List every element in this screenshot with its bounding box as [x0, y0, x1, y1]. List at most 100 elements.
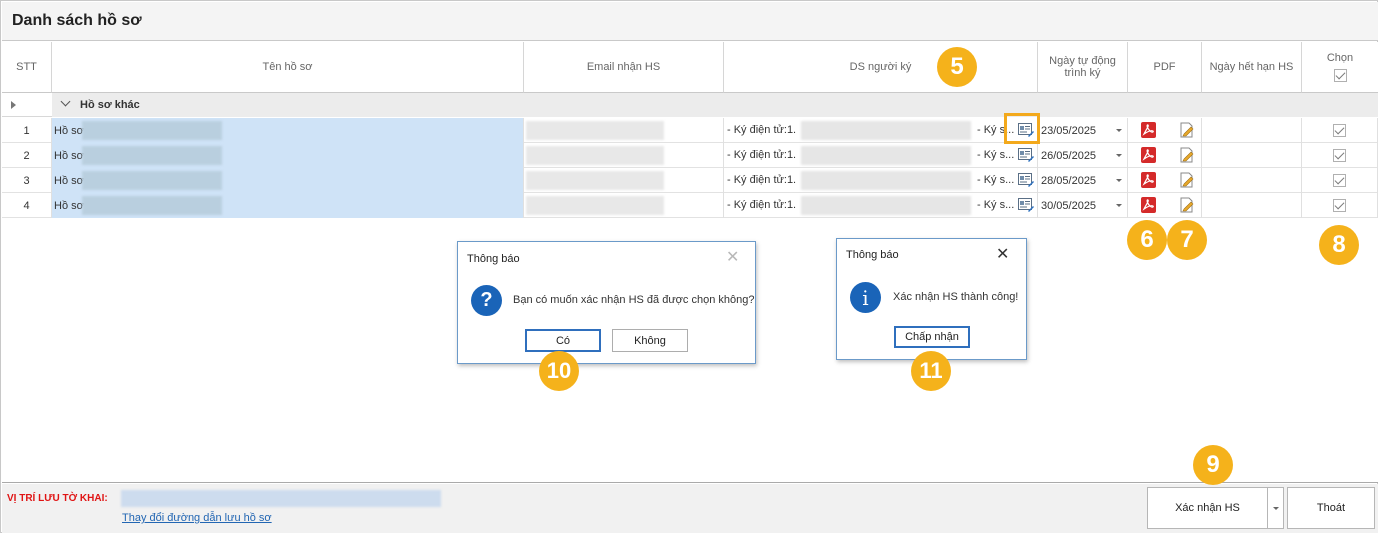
- annotation-badge-5: 5: [937, 47, 977, 87]
- redacted-signers: [801, 171, 971, 190]
- row-indicator-icon: [11, 101, 16, 109]
- app-window: Danh sách hồ sơ STT Tên hồ sơ Email nhận…: [0, 0, 1378, 533]
- cell-date[interactable]: 26/05/2025: [1038, 143, 1128, 168]
- redacted-email: [526, 121, 664, 140]
- header-name[interactable]: Tên hồ sơ: [52, 42, 524, 93]
- cell-name-text: Hồ sơ: [54, 174, 84, 187]
- redacted-name: [82, 121, 222, 140]
- table-row[interactable]: 2 Hồ sơ - Ký điện tử:1. - Ký s... 26/05/…: [2, 143, 1378, 168]
- header-select: Chọn: [1302, 42, 1378, 93]
- change-path-link[interactable]: Thay đổi đường dẫn lưu hồ sơ: [122, 512, 272, 524]
- signer-list-icon[interactable]: [1018, 173, 1034, 187]
- cell-expire[interactable]: [1202, 168, 1302, 193]
- close-icon[interactable]: ✕: [996, 247, 1009, 263]
- footer-bar: VỊ TRÍ LƯU TỜ KHAI: Thay đổi đường dẫn l…: [2, 484, 1378, 533]
- cell-signers[interactable]: - Ký điện tử:1. - Ký s...: [724, 118, 1038, 143]
- no-button[interactable]: Không: [612, 329, 688, 352]
- dialog-message: Bạn có muốn xác nhận HS đã được chọn khô…: [513, 294, 755, 306]
- cell-pdf: [1128, 118, 1202, 143]
- cell-expire[interactable]: [1202, 143, 1302, 168]
- cell-signers[interactable]: - Ký điện tử:1. - Ký s...: [724, 143, 1038, 168]
- annotation-badge-11: 11: [911, 351, 951, 391]
- highlight-box: [1004, 113, 1040, 144]
- cell-expire[interactable]: [1202, 118, 1302, 143]
- row-checkbox[interactable]: [1333, 174, 1346, 187]
- signers-text: - Ký điện tử:1.: [727, 199, 797, 211]
- cell-email[interactable]: [524, 168, 724, 193]
- dialog-message: Xác nhận HS thành công!: [893, 291, 1019, 303]
- yes-button[interactable]: Có: [525, 329, 601, 352]
- signers-more-text: - Ký s...: [977, 174, 1015, 186]
- redacted-signers: [801, 121, 971, 140]
- annotation-badge-10: 10: [539, 351, 579, 391]
- redacted-name: [82, 196, 222, 215]
- table-row[interactable]: 4 Hồ sơ - Ký điện tử:1. - Ký s... 30/05/…: [2, 193, 1378, 218]
- header-auto-date-line2: trình ký: [1064, 67, 1101, 79]
- group-label: Hồ sơ khác: [80, 99, 140, 111]
- header-expire[interactable]: Ngày hết hạn HS: [1202, 42, 1302, 93]
- cell-select: [1302, 168, 1378, 193]
- cell-name[interactable]: Hồ sơ: [52, 168, 524, 193]
- pdf-icon[interactable]: [1141, 147, 1156, 163]
- cell-stt: 2: [2, 143, 52, 168]
- redacted-email: [526, 146, 664, 165]
- pdf-icon[interactable]: [1141, 197, 1156, 213]
- edit-icon[interactable]: [1179, 122, 1194, 138]
- success-dialog: Thông báo ✕ i Xác nhận HS thành công! Ch…: [836, 238, 1027, 360]
- cell-email[interactable]: [524, 143, 724, 168]
- row-checkbox[interactable]: [1333, 124, 1346, 137]
- title-bar: Danh sách hồ sơ: [2, 2, 1378, 41]
- date-value: 30/05/2025: [1041, 199, 1097, 212]
- chevron-down-icon[interactable]: [1116, 204, 1122, 207]
- cell-signers[interactable]: - Ký điện tử:1. - Ký s...: [724, 193, 1038, 218]
- dialog-title: Thông báo: [467, 253, 520, 265]
- cell-select: [1302, 118, 1378, 143]
- row-checkbox[interactable]: [1333, 199, 1346, 212]
- cell-signers[interactable]: - Ký điện tử:1. - Ký s...: [724, 168, 1038, 193]
- chevron-down-icon[interactable]: [1116, 154, 1122, 157]
- cell-name[interactable]: Hồ sơ: [52, 143, 524, 168]
- dialog-title: Thông báo: [846, 249, 899, 261]
- close-icon[interactable]: ✕: [726, 250, 739, 266]
- header-pdf[interactable]: PDF: [1128, 42, 1202, 93]
- header-stt[interactable]: STT: [2, 42, 52, 93]
- accept-button[interactable]: Chấp nhận: [894, 326, 970, 348]
- annotation-badge-7: 7: [1167, 220, 1207, 260]
- cell-name[interactable]: Hồ sơ: [52, 118, 524, 143]
- chevron-down-icon[interactable]: [1116, 129, 1122, 132]
- cell-name[interactable]: Hồ sơ: [52, 193, 524, 218]
- edit-icon[interactable]: [1179, 172, 1194, 188]
- header-signers[interactable]: DS người ký: [724, 42, 1038, 93]
- pdf-icon[interactable]: [1141, 122, 1156, 138]
- cell-date[interactable]: 30/05/2025: [1038, 193, 1128, 218]
- cell-date[interactable]: 28/05/2025: [1038, 168, 1128, 193]
- signer-list-icon[interactable]: [1018, 198, 1034, 212]
- annotation-badge-6: 6: [1127, 220, 1167, 260]
- edit-icon[interactable]: [1179, 147, 1194, 163]
- confirm-hs-button[interactable]: Xác nhận HS: [1147, 487, 1268, 529]
- pdf-icon[interactable]: [1141, 172, 1156, 188]
- group-row[interactable]: Hồ sơ khác: [2, 93, 1378, 117]
- select-all-checkbox[interactable]: [1333, 69, 1347, 82]
- cell-email[interactable]: [524, 118, 724, 143]
- exit-button[interactable]: Thoát: [1287, 487, 1375, 529]
- cell-email[interactable]: [524, 193, 724, 218]
- confirm-dialog: Thông báo ✕ ? Bạn có muốn xác nhận HS đã…: [457, 241, 756, 364]
- cell-name-text: Hồ sơ: [54, 124, 84, 137]
- cell-date[interactable]: 23/05/2025: [1038, 118, 1128, 143]
- signers-more-text: - Ký s...: [977, 199, 1015, 211]
- cell-pdf: [1128, 143, 1202, 168]
- cell-expire[interactable]: [1202, 193, 1302, 218]
- group-band: [52, 93, 1378, 117]
- table-row[interactable]: 3 Hồ sơ - Ký điện tử:1. - Ký s... 28/05/…: [2, 168, 1378, 193]
- table-row[interactable]: 1 Hồ sơ - Ký điện tử:1. - Ký s... 23/05/…: [2, 118, 1378, 143]
- cell-pdf: [1128, 193, 1202, 218]
- chevron-down-icon[interactable]: [1116, 179, 1122, 182]
- signer-list-icon[interactable]: [1018, 148, 1034, 162]
- location-label: VỊ TRÍ LƯU TỜ KHAI:: [7, 493, 108, 504]
- row-checkbox[interactable]: [1333, 149, 1346, 162]
- header-auto-date[interactable]: Ngày tự động trình ký: [1038, 42, 1128, 93]
- confirm-dropdown-button[interactable]: [1267, 487, 1284, 529]
- edit-icon[interactable]: [1179, 197, 1194, 213]
- header-email[interactable]: Email nhận HS: [524, 42, 724, 93]
